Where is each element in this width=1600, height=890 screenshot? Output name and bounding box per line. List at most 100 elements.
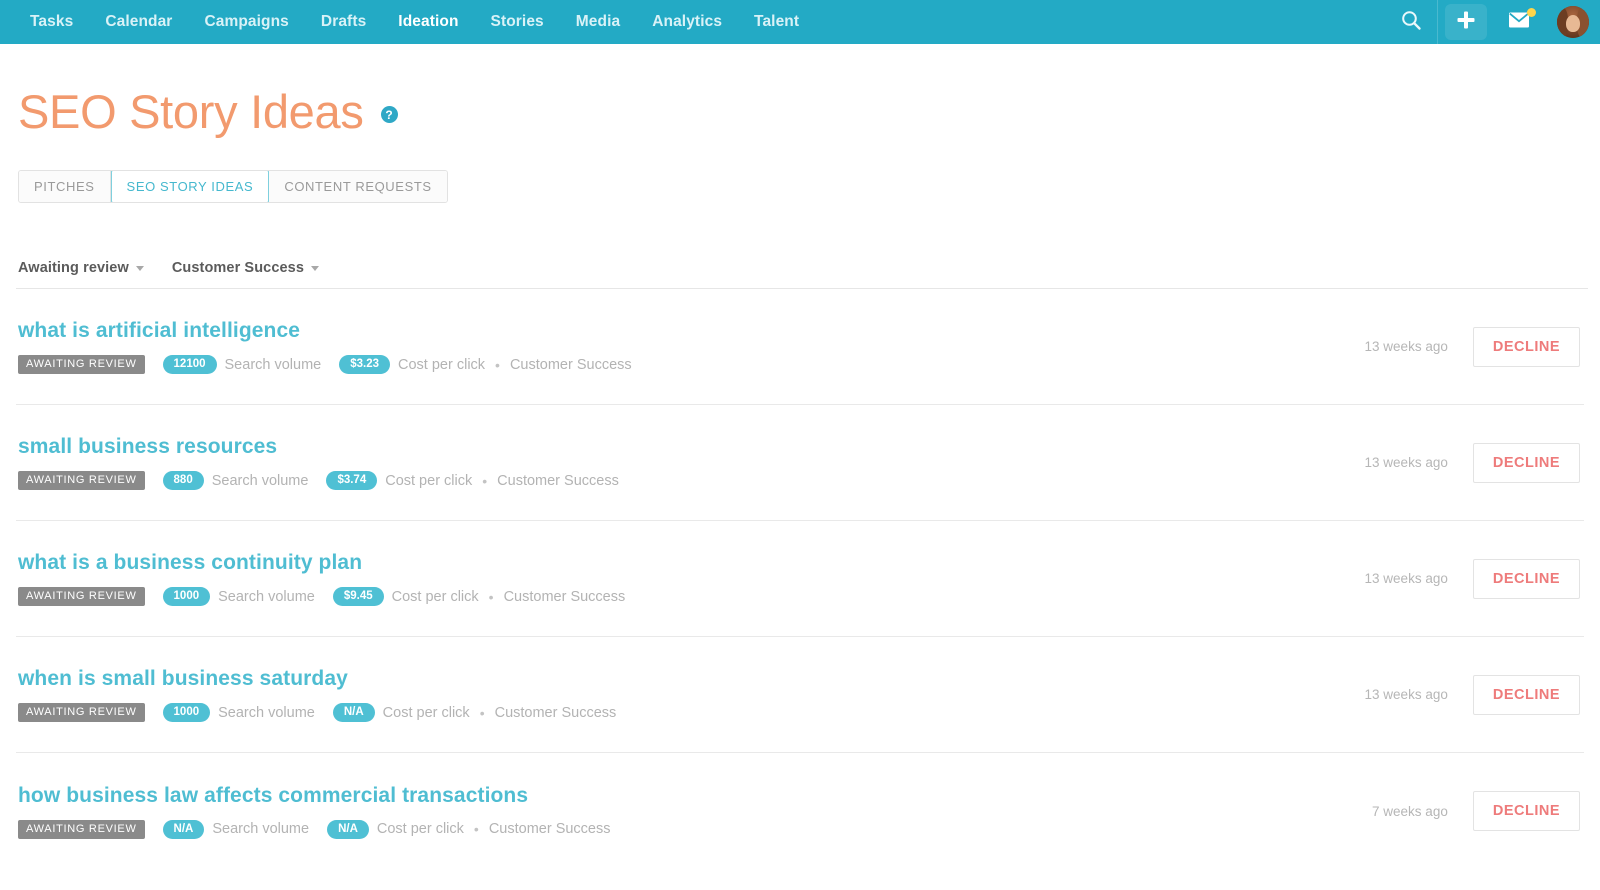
- team-label: Customer Success: [497, 473, 619, 489]
- chevron-down-icon: [311, 266, 319, 271]
- team-label: Customer Success: [510, 357, 632, 373]
- idea-title-link[interactable]: what is a business continuity plan: [18, 551, 1365, 575]
- idea-row: what is a business continuity plan AWAITI…: [16, 521, 1584, 637]
- filter-bar: Awaiting review Customer Success: [18, 260, 1584, 288]
- status-badge: AWAITING REVIEW: [18, 703, 145, 722]
- idea-meta: AWAITING REVIEW 880 Search volume $3.74 Cost…: [18, 471, 1365, 490]
- search-volume-label: Search volume: [218, 589, 315, 605]
- decline-button[interactable]: DECLINE: [1473, 559, 1580, 599]
- create-button[interactable]: [1438, 0, 1494, 44]
- nav-link-stories[interactable]: Stories: [475, 0, 560, 44]
- search-volume-pill: 12100: [163, 355, 217, 374]
- idea-title-link[interactable]: small business resources: [18, 435, 1365, 459]
- status-badge: AWAITING REVIEW: [18, 355, 145, 374]
- nav-link-drafts[interactable]: Drafts: [305, 0, 382, 44]
- help-icon[interactable]: ?: [381, 106, 398, 123]
- idea-timestamp: 13 weeks ago: [1365, 571, 1448, 586]
- top-nav-actions: [1385, 0, 1600, 44]
- idea-main: what is artificial intelligence AWAITING …: [18, 319, 1365, 374]
- nav-link-media[interactable]: Media: [560, 0, 636, 44]
- tab-content-requests[interactable]: CONTENT REQUESTS: [269, 171, 446, 202]
- idea-row-actions: 13 weeks ago DECLINE: [1365, 675, 1584, 715]
- status-badge: AWAITING REVIEW: [18, 820, 145, 839]
- tab-seo-story-ideas[interactable]: SEO STORY IDEAS: [111, 170, 270, 203]
- idea-meta: AWAITING REVIEW 1000 Search volume N/A Cost …: [18, 703, 1365, 722]
- idea-row: what is artificial intelligence AWAITING …: [16, 289, 1584, 405]
- team-label: Customer Success: [495, 705, 617, 721]
- meta-separator: •: [495, 357, 500, 373]
- idea-meta: AWAITING REVIEW12100Search volume$3.23Co…: [18, 355, 1365, 374]
- team-label: Customer Success: [489, 821, 611, 837]
- idea-main: when is small business saturday AWAITING …: [18, 667, 1365, 722]
- cost-per-click-label: Cost per click: [392, 589, 479, 605]
- idea-timestamp: 13 weeks ago: [1365, 455, 1448, 470]
- user-menu-button[interactable]: [1546, 0, 1600, 44]
- idea-meta: AWAITING REVIEW N/A Search volume N/A Cost p…: [18, 820, 1372, 839]
- meta-separator: •: [474, 821, 479, 837]
- messages-button[interactable]: [1494, 0, 1546, 44]
- filter-label: Awaiting review: [18, 260, 129, 276]
- filter-label: Customer Success: [172, 260, 304, 276]
- idea-timestamp: 13 weeks ago: [1365, 687, 1448, 702]
- chevron-down-icon: [136, 266, 144, 271]
- cost-per-click-label: Cost per click: [377, 821, 464, 837]
- idea-title-link[interactable]: what is artificial intelligence: [18, 319, 1365, 343]
- decline-button[interactable]: DECLINE: [1473, 791, 1580, 831]
- meta-separator: •: [489, 589, 494, 605]
- decline-button[interactable]: DECLINE: [1473, 327, 1580, 367]
- status-badge: AWAITING REVIEW: [18, 471, 145, 490]
- search-volume-label: Search volume: [218, 705, 315, 721]
- idea-row: how business law affects commercial tran…: [16, 753, 1584, 869]
- cost-per-click-label: Cost per click: [385, 473, 472, 489]
- idea-timestamp: 7 weeks ago: [1372, 804, 1448, 819]
- tab-pitches[interactable]: PITCHES: [19, 171, 111, 202]
- idea-list: what is artificial intelligence AWAITING …: [16, 289, 1584, 869]
- search-icon: [1400, 9, 1422, 36]
- idea-title-link[interactable]: how business law affects commercial tran…: [18, 784, 1372, 808]
- tab-bar: PITCHESSEO STORY IDEASCONTENT REQUESTS: [18, 170, 448, 203]
- page-content: SEO Story Ideas ? PITCHESSEO STORY IDEAS…: [0, 44, 1600, 869]
- search-volume-label: Search volume: [225, 357, 322, 373]
- idea-title-link[interactable]: when is small business saturday: [18, 667, 1365, 691]
- nav-link-ideation[interactable]: Ideation: [382, 0, 474, 44]
- page-title-row: SEO Story Ideas ?: [16, 44, 1584, 135]
- main-nav: TasksCalendarCampaignsDraftsIdeationStor…: [0, 0, 815, 44]
- search-button[interactable]: [1385, 0, 1437, 44]
- idea-row: when is small business saturday AWAITING …: [16, 637, 1584, 753]
- idea-row-actions: 13 weeks ago DECLINE: [1365, 443, 1584, 483]
- idea-row-actions: 13 weeks ago DECLINE: [1365, 559, 1584, 599]
- idea-main: how business law affects commercial tran…: [18, 784, 1372, 839]
- decline-button[interactable]: DECLINE: [1473, 675, 1580, 715]
- cost-per-click-label: Cost per click: [398, 357, 485, 373]
- create-button-surface: [1445, 4, 1487, 40]
- search-volume-label: Search volume: [212, 473, 309, 489]
- cost-per-click-pill: $9.45: [333, 587, 384, 606]
- nav-link-calendar[interactable]: Calendar: [89, 0, 188, 44]
- nav-link-campaigns[interactable]: Campaigns: [188, 0, 304, 44]
- idea-row: small business resources AWAITING REVIEW 8…: [16, 405, 1584, 521]
- decline-button[interactable]: DECLINE: [1473, 443, 1580, 483]
- idea-row-actions: 13 weeks agoDECLINE: [1365, 327, 1584, 367]
- meta-separator: •: [480, 705, 485, 721]
- meta-separator: •: [482, 473, 487, 489]
- cost-per-click-pill: N/A: [327, 820, 369, 839]
- search-volume-pill: 1000: [163, 703, 211, 722]
- nav-link-analytics[interactable]: Analytics: [636, 0, 738, 44]
- plus-icon: [1455, 9, 1477, 36]
- idea-main: small business resources AWAITING REVIEW 8…: [18, 435, 1365, 490]
- search-volume-label: Search volume: [212, 821, 309, 837]
- search-volume-pill: N/A: [163, 820, 205, 839]
- cost-per-click-pill: N/A: [333, 703, 375, 722]
- team-label: Customer Success: [504, 589, 626, 605]
- cost-per-click-pill: $3.74: [326, 471, 377, 490]
- nav-link-talent[interactable]: Talent: [738, 0, 815, 44]
- idea-row-actions: 7 weeks ago DECLINE: [1372, 791, 1584, 831]
- filter-customer-success[interactable]: Customer Success: [172, 260, 319, 276]
- status-badge: AWAITING REVIEW: [18, 587, 145, 606]
- nav-link-tasks[interactable]: Tasks: [14, 0, 89, 44]
- idea-meta: AWAITING REVIEW1000Search volume$9.45Cos…: [18, 587, 1365, 606]
- avatar: [1557, 6, 1589, 38]
- filter-awaiting-review[interactable]: Awaiting review: [18, 260, 144, 276]
- cost-per-click-label: Cost per click: [383, 705, 470, 721]
- search-volume-pill: 880: [163, 471, 204, 490]
